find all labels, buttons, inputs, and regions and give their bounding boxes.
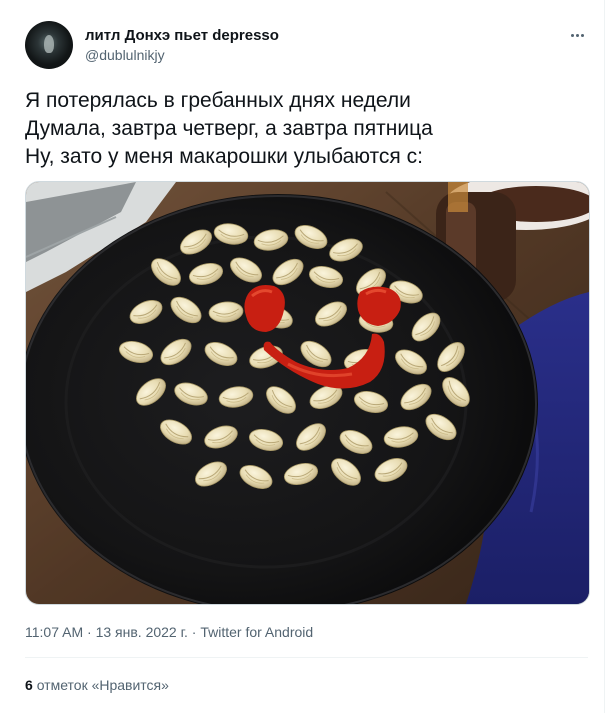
tweet-text-line: Ну, зато у меня макарошки улыбаются с: [25,145,423,168]
meta-separator: · [87,624,92,640]
tweet-text: Я потерялась в гребанных днях недели Дум… [25,87,588,171]
author-names: литл Донхэ пьет depresso @dublulnikjy [85,26,279,65]
more-dot [570,33,574,37]
more-dot [580,33,584,37]
likes-link[interactable]: 6 отметок «Нравится» [25,676,169,695]
pasta-photo-illustration [26,182,589,604]
tweet-metadata: 11:07 AM · 13 янв. 2022 г. · Twitter for… [25,623,313,642]
user-handle[interactable]: @dublulnikjy [85,46,279,65]
tweet-text-line: Думала, завтра четверг, а завтра пятница [25,117,433,140]
tweet-source[interactable]: Twitter for Android [200,624,313,640]
more-dot [575,33,579,37]
more-options-icon[interactable] [566,24,588,46]
tweet-header: литл Донхэ пьет depresso @dublulnikjy [25,18,588,70]
tweet-text-line: Я потерялась в гребанных днях недели [25,89,411,112]
tweet-photo[interactable] [25,181,590,605]
tweet-time[interactable]: 11:07 AM [25,624,83,640]
likes-count: 6 [25,677,33,693]
avatar-figure [44,35,54,53]
tweet: литл Донхэ пьет depresso @dublulnikjy Я … [0,0,605,713]
avatar[interactable] [25,21,73,69]
display-name[interactable]: литл Донхэ пьет depresso [85,26,279,45]
divider [25,657,588,658]
likes-label: отметок «Нравится» [36,677,169,693]
meta-separator: · [191,624,197,640]
tweet-date[interactable]: 13 янв. 2022 г. [96,624,188,640]
